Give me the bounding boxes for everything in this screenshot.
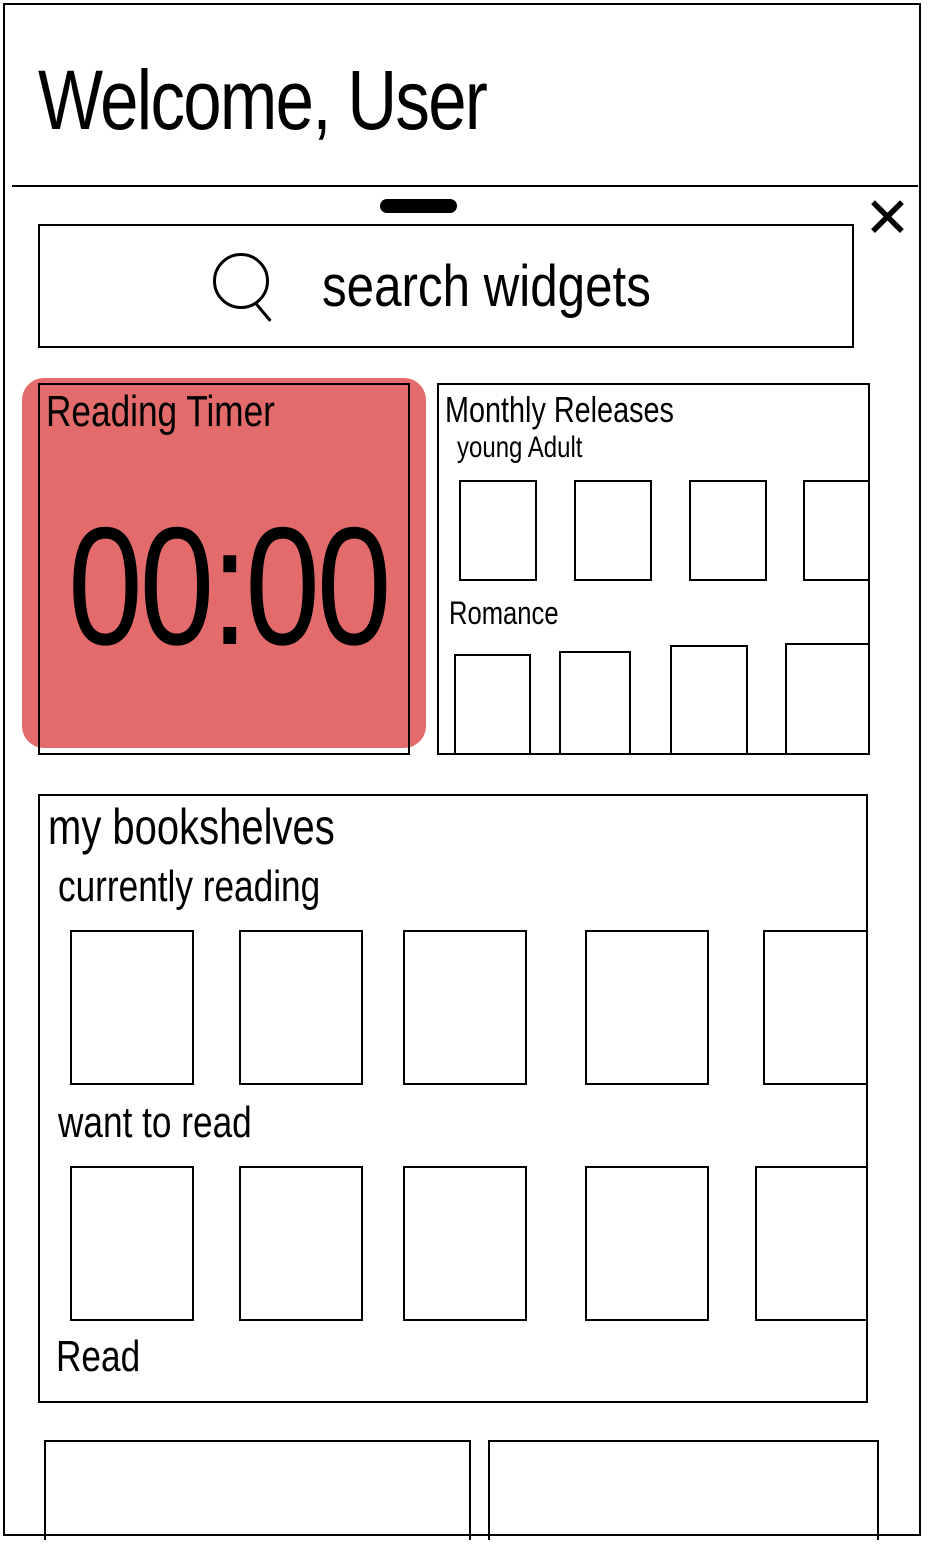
book-cover[interactable] xyxy=(574,480,652,581)
book-cover[interactable] xyxy=(239,1166,363,1321)
read-label: Read xyxy=(56,1332,141,1381)
book-cover[interactable] xyxy=(239,930,363,1085)
book-cover[interactable] xyxy=(755,1166,868,1321)
book-cover[interactable] xyxy=(403,1166,527,1321)
book-cover[interactable] xyxy=(459,480,537,581)
young-adult-label: young Adult xyxy=(457,431,583,464)
monthly-releases-title: Monthly Releases xyxy=(445,389,674,430)
search-icon xyxy=(212,253,273,322)
bottom-nav-button-left[interactable] xyxy=(44,1440,471,1540)
book-cover[interactable] xyxy=(585,930,709,1085)
close-icon[interactable]: ✕ xyxy=(864,190,911,246)
book-cover[interactable] xyxy=(689,480,767,581)
book-cover[interactable] xyxy=(70,930,194,1085)
reading-timer-label: Reading Timer xyxy=(46,387,275,436)
book-cover[interactable] xyxy=(670,645,748,753)
book-cover[interactable] xyxy=(559,651,631,753)
drag-handle-icon[interactable] xyxy=(380,199,457,213)
book-cover[interactable] xyxy=(70,1166,194,1321)
search-widgets-input[interactable]: search widgets xyxy=(38,224,854,348)
book-cover[interactable] xyxy=(763,930,868,1085)
header-divider xyxy=(12,185,918,187)
romance-label: Romance xyxy=(449,595,559,631)
book-cover[interactable] xyxy=(454,654,531,753)
want-to-read-label: want to read xyxy=(58,1098,252,1147)
book-cover[interactable] xyxy=(403,930,527,1085)
currently-reading-label: currently reading xyxy=(58,862,321,911)
bookshelves-title: my bookshelves xyxy=(48,799,335,855)
monthly-releases-widget[interactable]: Monthly Releases young Adult Romance xyxy=(437,383,870,755)
reading-timer-widget[interactable]: Reading Timer 00:00 xyxy=(38,383,410,755)
book-cover[interactable] xyxy=(585,1166,709,1321)
bottom-nav-button-right[interactable] xyxy=(488,1440,879,1540)
reading-timer-value: 00:00 xyxy=(68,492,392,680)
page-title: Welcome, User xyxy=(38,53,488,147)
bookshelves-widget[interactable]: my bookshelves currently reading want to… xyxy=(38,794,868,1403)
book-cover[interactable] xyxy=(785,643,868,753)
book-cover[interactable] xyxy=(803,480,868,581)
search-placeholder: search widgets xyxy=(321,253,651,319)
bookshelves-edge xyxy=(866,794,868,1403)
